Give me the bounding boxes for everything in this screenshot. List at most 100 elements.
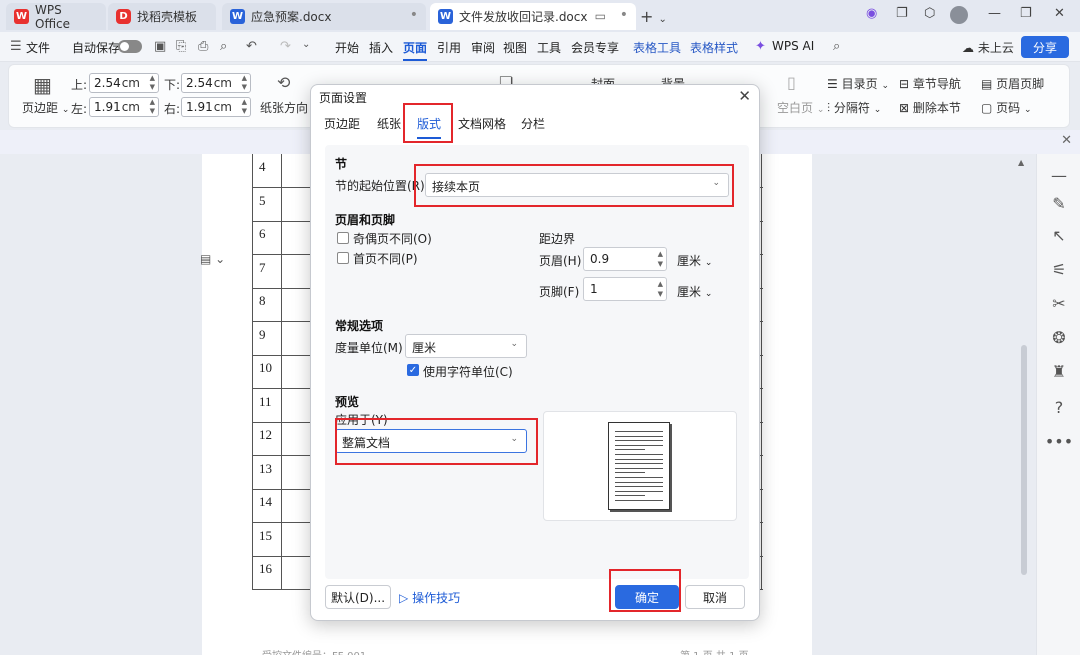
header-unit-select[interactable]: 厘米 ⌄ — [677, 252, 712, 269]
toc-page-button[interactable]: ☰ 目录页 ⌄ — [827, 75, 889, 92]
unsaved-dot-icon[interactable]: • — [410, 7, 418, 23]
paragraph-handle-icon[interactable]: ▤ ⌄ — [200, 252, 225, 266]
print-preview-icon[interactable]: ⌕ — [220, 39, 227, 54]
menu-insert[interactable]: 插入 — [369, 39, 393, 56]
tab-doc-grid[interactable]: 文档网格 — [458, 115, 506, 132]
delete-section-button[interactable]: ⊠ 删除本节 — [899, 99, 961, 116]
menu-page[interactable]: 页面 — [403, 39, 428, 61]
preview-text-line — [615, 454, 663, 455]
vertical-scrollbar[interactable] — [1021, 345, 1027, 575]
window-copy-icon[interactable]: ❐ — [896, 6, 908, 21]
blank-page-button[interactable]: 空白页 ⌄ — [777, 99, 824, 116]
chevron-down-icon[interactable]: ⌄ — [659, 14, 667, 25]
tab-template-store[interactable]: D 找稻壳模板 — [108, 3, 216, 30]
menu-view[interactable]: 视图 — [503, 39, 527, 56]
redo-icon[interactable]: ↷ — [280, 39, 291, 54]
cancel-button[interactable]: 取消 — [685, 585, 745, 609]
more-chevron-icon[interactable]: ⌄ — [302, 39, 310, 50]
left-margin-input[interactable]: 1.91 cm ▲ ▼ — [89, 97, 159, 117]
measure-unit-select[interactable]: 厘米 ⌄ — [405, 334, 527, 358]
menu-table-tools[interactable]: 表格工具 — [633, 39, 681, 56]
export-pdf-icon[interactable]: ⎘ — [176, 39, 186, 54]
monitor-icon[interactable]: ▭ — [595, 9, 606, 23]
spin-arrows-icon[interactable]: ▲ ▼ — [242, 98, 247, 116]
spin-arrows-icon[interactable]: ▲ ▼ — [242, 74, 247, 92]
tab-columns[interactable]: 分栏 — [521, 115, 545, 132]
pen-icon[interactable]: ✎ — [1037, 194, 1080, 213]
new-tab-plus-icon[interactable]: + ⌄ — [640, 7, 667, 26]
tab-paper[interactable]: 纸张 — [377, 115, 401, 132]
header-footer-button[interactable]: ▤ 页眉页脚 — [981, 75, 1044, 92]
chevron-down-icon: ⌄ — [61, 105, 70, 115]
footer-unit-select[interactable]: 厘米 ⌄ — [677, 283, 712, 300]
bottom-margin-input[interactable]: 2.54 cm ▲ ▼ — [181, 73, 251, 93]
save-icon[interactable]: ▣ — [154, 39, 166, 54]
section-start-select[interactable]: 接续本页 ⌄ — [425, 173, 729, 197]
spin-arrows-icon[interactable]: ▲ ▼ — [150, 74, 155, 92]
menu-tools[interactable]: 工具 — [537, 39, 561, 56]
cube-icon[interactable]: ⬡ — [924, 6, 935, 21]
orientation-icon[interactable]: ⟲ — [277, 73, 290, 92]
table-cell-divider — [281, 489, 282, 523]
ai-assistant-icon[interactable]: ◉ — [866, 6, 877, 21]
video-tips-icon: ▷ — [399, 591, 409, 605]
scroll-up-icon[interactable]: ▲ — [1018, 158, 1024, 167]
default-button[interactable]: 默认(D)... — [325, 585, 391, 609]
share-button[interactable]: 分享 — [1021, 36, 1069, 58]
menu-table-style[interactable]: 表格样式 — [690, 39, 738, 56]
unit-label: cm — [121, 76, 140, 90]
restore-icon[interactable]: ❐ — [1020, 6, 1032, 21]
apply-to-select[interactable]: 整篇文档 ⌄ — [335, 429, 527, 453]
right-margin-input[interactable]: 1.91 cm ▲ ▼ — [181, 97, 251, 117]
menu-review[interactable]: 审阅 — [471, 39, 495, 56]
adjust-icon[interactable]: ⚟ — [1037, 260, 1080, 279]
unsaved-dot-icon[interactable]: • — [620, 7, 628, 23]
spin-arrows-icon[interactable]: ▲ ▼ — [658, 249, 663, 269]
autosave-toggle[interactable] — [118, 40, 142, 53]
top-margin-input[interactable]: 2.54 cm ▲ ▼ — [89, 73, 159, 93]
margins-label: 页边距 — [22, 101, 59, 115]
menu-references[interactable]: 引用 — [437, 39, 461, 56]
chapter-nav-button[interactable]: ⊟ 章节导航 — [899, 75, 961, 92]
odd-even-checkbox[interactable] — [337, 232, 349, 244]
ok-button[interactable]: 确定 — [615, 585, 679, 609]
header-distance-input[interactable]: 0.9 ▲ ▼ — [583, 247, 667, 271]
menu-file[interactable]: 文件 — [26, 39, 50, 56]
more-icon[interactable]: ••• — [1037, 432, 1080, 451]
tab-wps-office[interactable]: W WPS Office — [6, 3, 106, 31]
spin-arrows-icon[interactable]: ▲ ▼ — [150, 98, 155, 116]
footer-distance-input[interactable]: 1 ▲ ▼ — [583, 277, 667, 301]
cloud-status-button[interactable]: ☁ 未上云 — [962, 39, 1014, 56]
page-number-button[interactable]: ▢ 页码 ⌄ — [981, 99, 1032, 116]
close-window-icon[interactable]: ✕ — [1054, 6, 1065, 21]
menu-member[interactable]: 会员专享 — [571, 39, 619, 56]
margins-button[interactable]: 页边距 ⌄ — [22, 99, 69, 116]
print-icon[interactable]: ⎙ — [198, 39, 208, 54]
tab-layout[interactable]: 版式 — [417, 115, 442, 139]
spin-arrows-icon[interactable]: ▲ ▼ — [658, 279, 663, 299]
menu-wps-ai[interactable]: WPS AI — [772, 39, 814, 53]
brain-icon[interactable]: ❂ — [1037, 328, 1080, 347]
help-icon[interactable]: ? — [1037, 398, 1080, 417]
shirt-icon[interactable]: ♜ — [1037, 362, 1080, 381]
first-page-checkbox[interactable] — [337, 252, 349, 264]
tips-link[interactable]: ▷ 操作技巧 — [399, 589, 460, 606]
search-icon[interactable]: ⌕ — [833, 39, 840, 54]
menu-start[interactable]: 开始 — [335, 39, 359, 56]
select-pointer-icon[interactable]: ↖ — [1037, 226, 1080, 245]
close-strip-icon[interactable]: ✕ — [1061, 133, 1072, 148]
tab-margins[interactable]: 页边距 — [324, 115, 360, 132]
char-unit-checkbox[interactable]: ✓ — [407, 364, 419, 376]
blank-page-icon[interactable]: ▯ — [787, 73, 796, 92]
avatar[interactable] — [950, 6, 968, 24]
tab-emergency-plan[interactable]: W 应急预案.docx • — [222, 3, 426, 30]
minimize-icon[interactable]: — — [988, 6, 1001, 21]
tab-file-record[interactable]: W 文件发放收回记录.docx ▭ • — [430, 3, 636, 30]
tools-icon[interactable]: ✂ — [1037, 294, 1080, 313]
separator-button[interactable]: ⫶ 分隔符 ⌄ — [827, 99, 881, 116]
hamburger-menu-icon[interactable]: ☰ — [10, 39, 22, 54]
collapse-icon[interactable]: — — [1037, 166, 1080, 185]
undo-icon[interactable]: ↶ — [246, 39, 257, 54]
close-icon[interactable]: ✕ — [738, 87, 751, 105]
margins-icon[interactable]: ▦ — [33, 73, 52, 97]
